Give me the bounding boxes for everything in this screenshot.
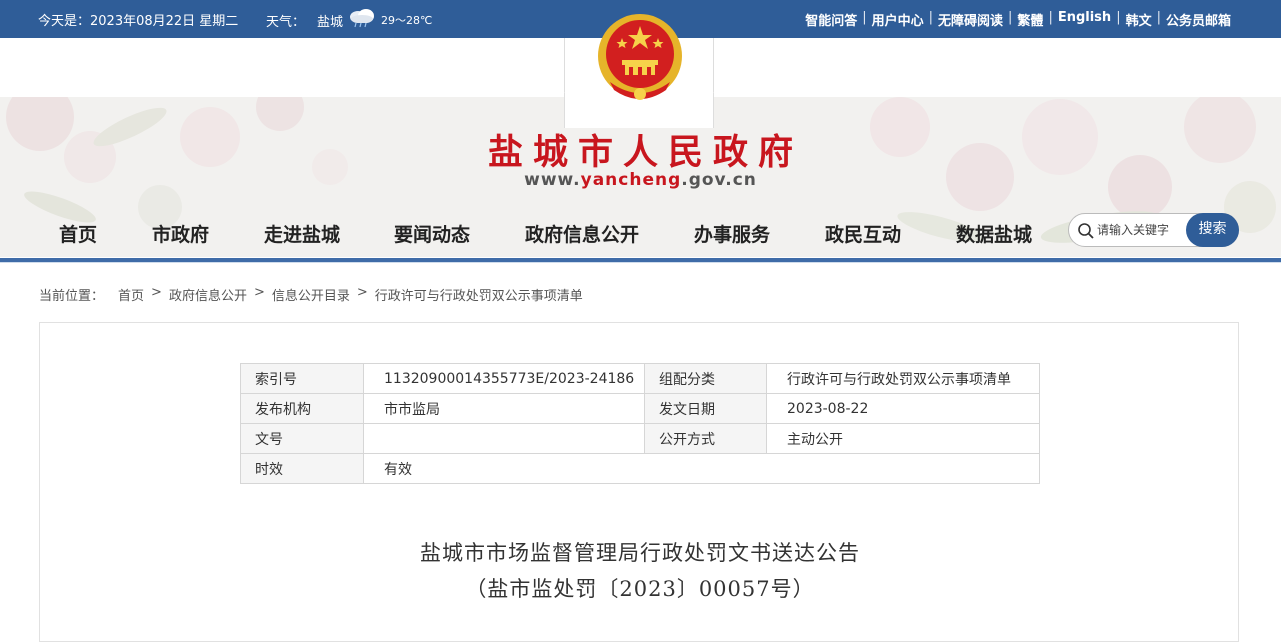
document-title: 盐城市市场监督管理局行政处罚文书送达公告	[420, 541, 860, 565]
url-suffix: .gov.cn	[681, 170, 757, 190]
meta-value-index: 11320900014355773E/2023-24186	[363, 363, 645, 394]
rain-cloud-icon	[350, 9, 375, 28]
nav-divider-light	[0, 262, 1281, 263]
breadcrumb-separator: >	[253, 285, 265, 300]
link-separator: |	[1048, 10, 1053, 25]
meta-value-category: 行政许可与行政处罚双公示事项清单	[766, 363, 1040, 394]
meta-value-validity: 有效	[363, 453, 1040, 484]
national-emblem-icon[interactable]	[596, 12, 684, 104]
meta-key-publisher: 发布机构	[240, 393, 364, 424]
link-separator: |	[862, 10, 867, 25]
url-prefix: www.	[524, 170, 581, 190]
nav-item-city-government[interactable]: 市政府	[152, 220, 209, 247]
meta-key-date: 发文日期	[644, 393, 767, 424]
breadcrumb-catalog[interactable]: 信息公开目录	[272, 285, 350, 304]
staff-mail-link[interactable]: 公务员邮箱	[1166, 10, 1231, 29]
site-url: www.yancheng.gov.cn	[0, 170, 1281, 190]
meta-key-doc-number: 文号	[240, 423, 364, 454]
link-separator: |	[1008, 10, 1013, 25]
user-center-link[interactable]: 用户中心	[872, 10, 924, 29]
breadcrumb-separator: >	[151, 285, 162, 300]
nav-item-home[interactable]: 首页	[59, 220, 97, 247]
smart-qa-link[interactable]: 智能问答	[805, 10, 857, 29]
search-icon	[1078, 223, 1094, 239]
weather-temp: 29～28℃	[381, 14, 433, 27]
nav-item-about-yancheng[interactable]: 走进盐城	[264, 220, 340, 247]
meta-value-date: 2023-08-22	[766, 393, 1040, 424]
table-row: 时效 有效	[240, 453, 1040, 484]
meta-value-publisher: 市市监局	[363, 393, 645, 424]
breadcrumb-home[interactable]: 首页	[118, 285, 144, 304]
meta-key-validity: 时效	[240, 453, 364, 484]
english-link[interactable]: English	[1058, 10, 1111, 29]
accessibility-link[interactable]: 无障碍阅读	[938, 10, 1003, 29]
url-accent: yancheng	[580, 170, 682, 190]
search-box: 搜索	[1068, 213, 1239, 247]
search-button[interactable]: 搜索	[1186, 213, 1239, 247]
weather-label: 天气：	[266, 14, 306, 30]
meta-key-category: 组配分类	[644, 363, 767, 394]
meta-key-index: 索引号	[240, 363, 364, 394]
link-separator: |	[1156, 10, 1161, 25]
breadcrumb-gov-info[interactable]: 政府信息公开	[169, 285, 247, 304]
weather-widget: 天气： 盐城 29～28℃	[266, 9, 433, 30]
search-input[interactable]	[1097, 221, 1189, 239]
breadcrumb-separator: >	[356, 285, 368, 300]
breadcrumb-current[interactable]: 行政许可与行政处罚双公示事项清单	[375, 285, 583, 304]
korean-link[interactable]: 韩文	[1126, 10, 1152, 29]
breadcrumb: 当前位置： 首页 > 政府信息公开 > 信息公开目录 > 行政许可与行政处罚双公…	[39, 285, 583, 304]
nav-item-news[interactable]: 要闻动态	[394, 220, 470, 247]
meta-value-doc-number	[363, 423, 645, 454]
table-row: 文号 公开方式 主动公开	[240, 423, 1040, 454]
article-panel: 索引号 11320900014355773E/2023-24186 组配分类 行…	[39, 322, 1239, 642]
current-date: 今天是：2023年08月22日 星期二	[38, 14, 239, 29]
document-number: （盐市监处罚〔2023〕00057号）	[465, 577, 815, 601]
utility-links: 智能问答 | 用户中心 | 无障碍阅读 | 繁體 | English | 韩文 | 公务员邮箱	[805, 10, 1231, 29]
nav-item-gov-info[interactable]: 政府信息公开	[525, 220, 639, 247]
nav-item-services[interactable]: 办事服务	[694, 220, 770, 247]
nav-item-data[interactable]: 数据盐城	[956, 220, 1032, 247]
metadata-table: 索引号 11320900014355773E/2023-24186 组配分类 行…	[240, 363, 1040, 484]
nav-item-interaction[interactable]: 政民互动	[825, 220, 901, 247]
table-row: 发布机构 市市监局 发文日期 2023-08-22	[240, 393, 1040, 424]
weather-city: 盐城	[317, 14, 344, 30]
site-title: 盐城市人民政府	[487, 133, 803, 173]
link-separator: |	[928, 10, 934, 25]
meta-value-disclosure: 主动公开	[766, 423, 1040, 454]
meta-key-disclosure: 公开方式	[644, 423, 767, 454]
breadcrumb-lead: 当前位置：	[39, 289, 105, 304]
link-separator: |	[1116, 10, 1121, 25]
traditional-chinese-link[interactable]: 繁體	[1017, 10, 1043, 29]
table-row: 索引号 11320900014355773E/2023-24186 组配分类 行…	[240, 363, 1040, 394]
